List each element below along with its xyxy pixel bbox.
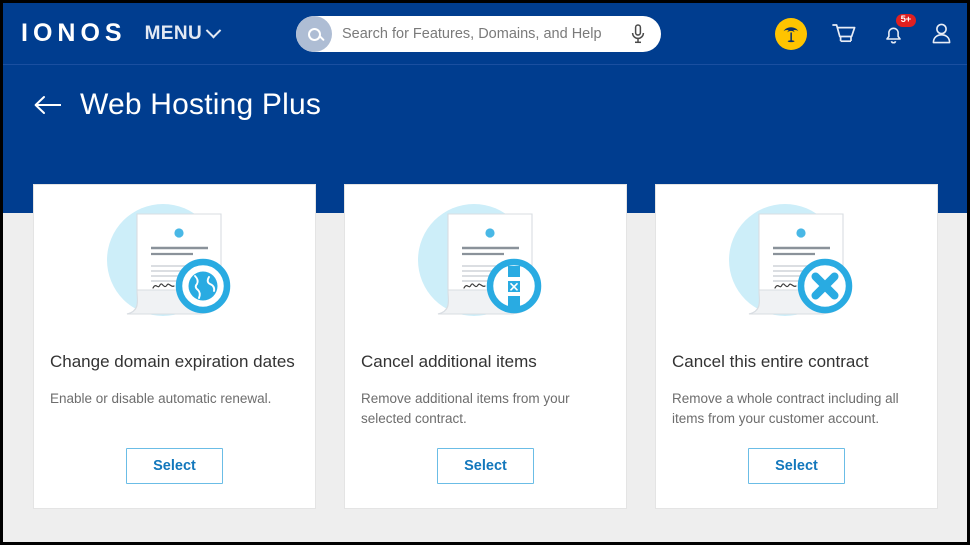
select-button[interactable]: Select <box>748 448 845 484</box>
search-icon[interactable] <box>296 16 332 52</box>
application-window: IONOS MENU Search for Features, Domains,… <box>3 3 967 542</box>
nav-icon-group: 5+ <box>775 3 953 65</box>
card-title: Cancel additional items <box>361 352 537 371</box>
option-card-grid: Change domain expiration dates Enable or… <box>33 184 938 509</box>
back-arrow-icon[interactable] <box>33 94 63 116</box>
search-input[interactable] <box>342 26 625 42</box>
top-navigation-bar: IONOS MENU Search for Features, Domains,… <box>3 3 967 65</box>
contract-items-cancel-icon <box>345 185 626 337</box>
main-menu-label: MENU <box>144 22 203 44</box>
option-card[interactable]: Cancel additional items Remove additiona… <box>344 184 627 509</box>
notifications-bell-icon[interactable]: 5+ <box>882 13 916 46</box>
page-title-row: Web Hosting Plus <box>3 65 967 122</box>
shopping-cart-icon[interactable] <box>832 23 857 46</box>
select-button[interactable]: Select <box>437 448 534 484</box>
option-card[interactable]: Change domain expiration dates Enable or… <box>33 184 316 509</box>
page-title: Web Hosting Plus <box>80 88 322 121</box>
ionos-logo[interactable]: IONOS <box>21 19 127 48</box>
card-action-area: Select <box>34 448 315 484</box>
card-description: Remove a whole contract including all it… <box>672 390 899 427</box>
notification-badge: 5+ <box>895 13 916 27</box>
main-menu-button[interactable]: MENU <box>144 22 222 45</box>
card-description: Remove additional items from your select… <box>361 390 570 427</box>
palm-tree-icon[interactable] <box>775 18 807 50</box>
option-card[interactable]: Cancel this entire contract Remove a who… <box>655 184 938 509</box>
search-bar[interactable] <box>296 16 661 52</box>
select-button[interactable]: Select <box>126 448 223 484</box>
card-description: Enable or disable automatic renewal. <box>50 390 272 406</box>
microphone-icon[interactable] <box>625 24 651 44</box>
card-title: Cancel this entire contract <box>672 352 869 371</box>
card-action-area: Select <box>656 448 937 484</box>
card-action-area: Select <box>345 448 626 484</box>
contract-globe-icon <box>34 185 315 337</box>
card-title: Change domain expiration dates <box>50 352 295 371</box>
chevron-down-icon <box>205 22 222 39</box>
contract-cancel-icon <box>656 185 937 337</box>
user-account-icon[interactable] <box>930 22 953 46</box>
